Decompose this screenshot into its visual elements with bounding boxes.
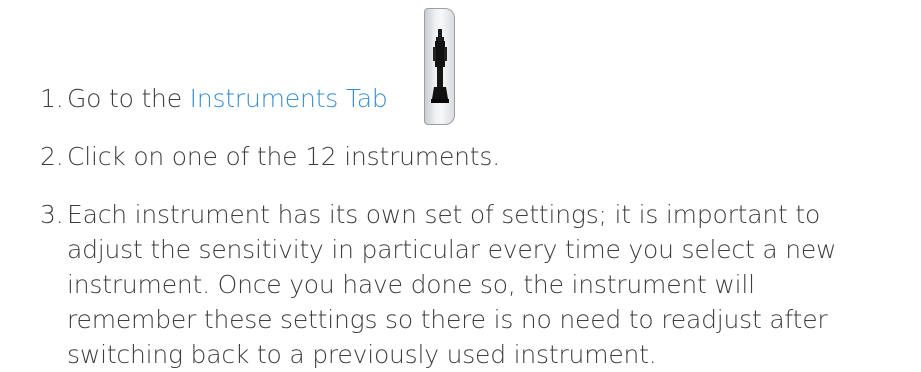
step-3-line: switching back to a previously used inst… [67, 340, 657, 369]
step-3-line: adjust the sensitivity in particular eve… [67, 235, 837, 264]
step-3-line: instrument. Once you have done so, the i… [67, 270, 755, 299]
trumpet-icon [431, 29, 449, 103]
step-number: 1. [40, 84, 64, 113]
step-text: Go to the [67, 84, 190, 113]
step-3-line: 3. Each instrument has its own set of set… [40, 197, 820, 232]
instructions-list: 1.Go to the Instruments Tab. 2.Click on … [0, 0, 921, 369]
instruments-tab-link[interactable]: Instruments Tab [190, 84, 388, 113]
instruments-tab-icon[interactable] [424, 8, 455, 125]
step-text: Each instrument has its own set of setti… [67, 200, 821, 229]
step-2: 2. Click on one of the 12 instruments. [40, 139, 500, 174]
step-1: 1.Go to the Instruments Tab. [40, 81, 432, 116]
step-number: 3. [40, 200, 64, 229]
step-number: 2. [40, 142, 64, 171]
step-text: Click on one of the 12 instruments. [67, 142, 500, 171]
step-3-line: remember these settings so there is no n… [67, 305, 828, 334]
